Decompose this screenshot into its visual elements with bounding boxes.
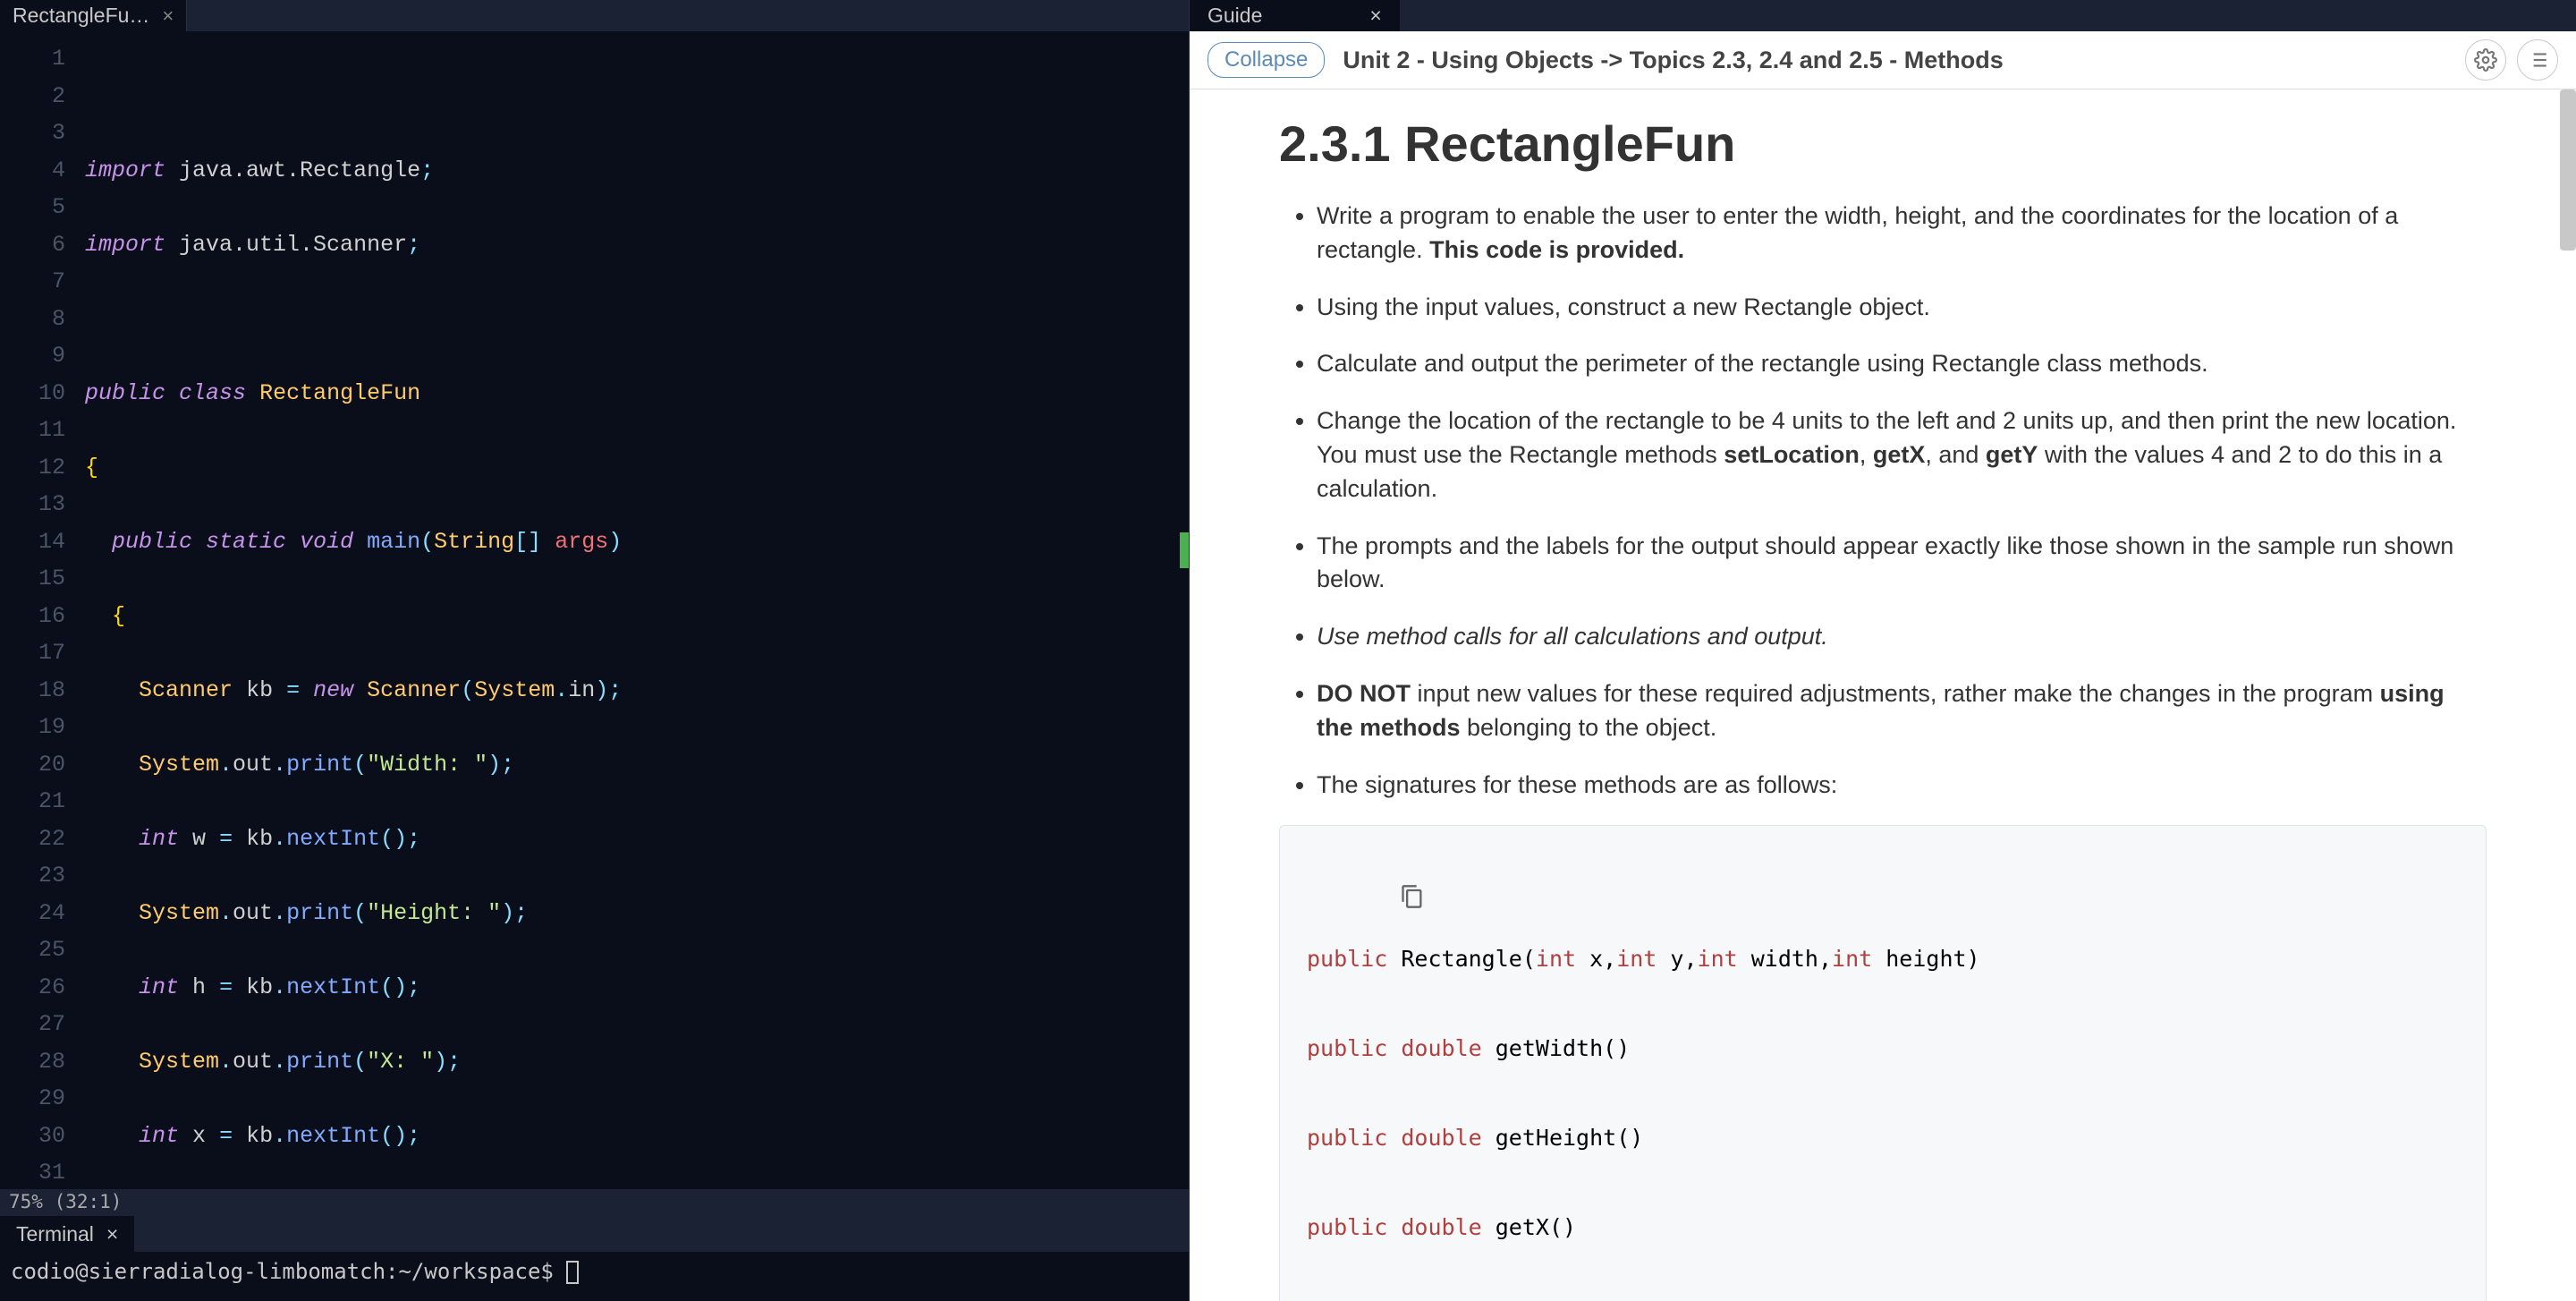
list-item: Calculate and output the perimeter of th… — [1317, 347, 2487, 381]
terminal-prompt: codio@sierradialog-limbomatch:~/workspac… — [11, 1259, 566, 1284]
guide-header: Collapse Unit 2 - Using Objects -> Topic… — [1190, 31, 2576, 89]
terminal[interactable]: codio@sierradialog-limbomatch:~/workspac… — [0, 1252, 1189, 1301]
minimap-marker — [1180, 532, 1189, 568]
scrollbar-thumb[interactable] — [2560, 89, 2576, 251]
gear-icon[interactable] — [2465, 39, 2506, 81]
signature-code-block: public Rectangle(int x,int y,int width,i… — [1279, 825, 2487, 1301]
tab-label: Guide — [1208, 4, 1262, 28]
close-icon[interactable]: × — [162, 4, 174, 28]
list-item: Use method calls for all calculations an… — [1317, 620, 2487, 654]
editor-panel: RectangleFu… × 1234567891011121314151617… — [0, 0, 1190, 1301]
editor-status-bar: 75% (32:1) — [0, 1189, 1189, 1216]
close-icon[interactable]: × — [1369, 4, 1381, 28]
collapse-button[interactable]: Collapse — [1208, 42, 1325, 78]
code-editor[interactable]: 1234567891011121314151617181920212223242… — [0, 31, 1189, 1189]
list-icon[interactable] — [2517, 39, 2558, 81]
terminal-tab[interactable]: Terminal × — [0, 1216, 134, 1252]
instruction-list: Write a program to enable the user to en… — [1279, 200, 2487, 802]
list-item: The signatures for these methods are as … — [1317, 769, 2487, 803]
scrollbar[interactable] — [2558, 89, 2576, 1301]
guide-tab[interactable]: Guide × — [1190, 0, 1400, 31]
tab-label: RectangleFu… — [13, 4, 149, 28]
terminal-tab-bar: Terminal × — [0, 1216, 1189, 1252]
list-item: DO NOT input new values for these requir… — [1317, 677, 2487, 745]
guide-panel: Guide × Collapse Unit 2 - Using Objects … — [1190, 0, 2576, 1301]
editor-tab-bar: RectangleFu… × — [0, 0, 1189, 31]
cursor-icon — [566, 1261, 579, 1284]
clipboard-icon[interactable] — [1292, 835, 1319, 862]
list-item: Using the input values, construct a new … — [1317, 291, 2487, 325]
editor-tab-rectanglefun[interactable]: RectangleFu… × — [0, 0, 187, 31]
page-title: 2.3.1 RectangleFun — [1279, 115, 2487, 173]
list-item: Change the location of the rectangle to … — [1317, 404, 2487, 506]
list-item: Write a program to enable the user to en… — [1317, 200, 2487, 268]
close-icon[interactable]: × — [106, 1222, 118, 1246]
guide-content[interactable]: 2.3.1 RectangleFun Write a program to en… — [1190, 89, 2576, 1301]
tab-label: Terminal — [16, 1222, 94, 1246]
guide-tab-bar: Guide × — [1190, 0, 2576, 31]
status-text: 75% (32:1) — [9, 1191, 122, 1212]
code-content[interactable]: import java.awt.Rectangle; import java.u… — [85, 31, 1189, 1189]
header-icons — [2465, 39, 2558, 81]
list-item: The prompts and the labels for the outpu… — [1317, 530, 2487, 598]
line-gutter: 1234567891011121314151617181920212223242… — [0, 31, 85, 1189]
breadcrumb: Unit 2 - Using Objects -> Topics 2.3, 2.… — [1343, 47, 2447, 74]
